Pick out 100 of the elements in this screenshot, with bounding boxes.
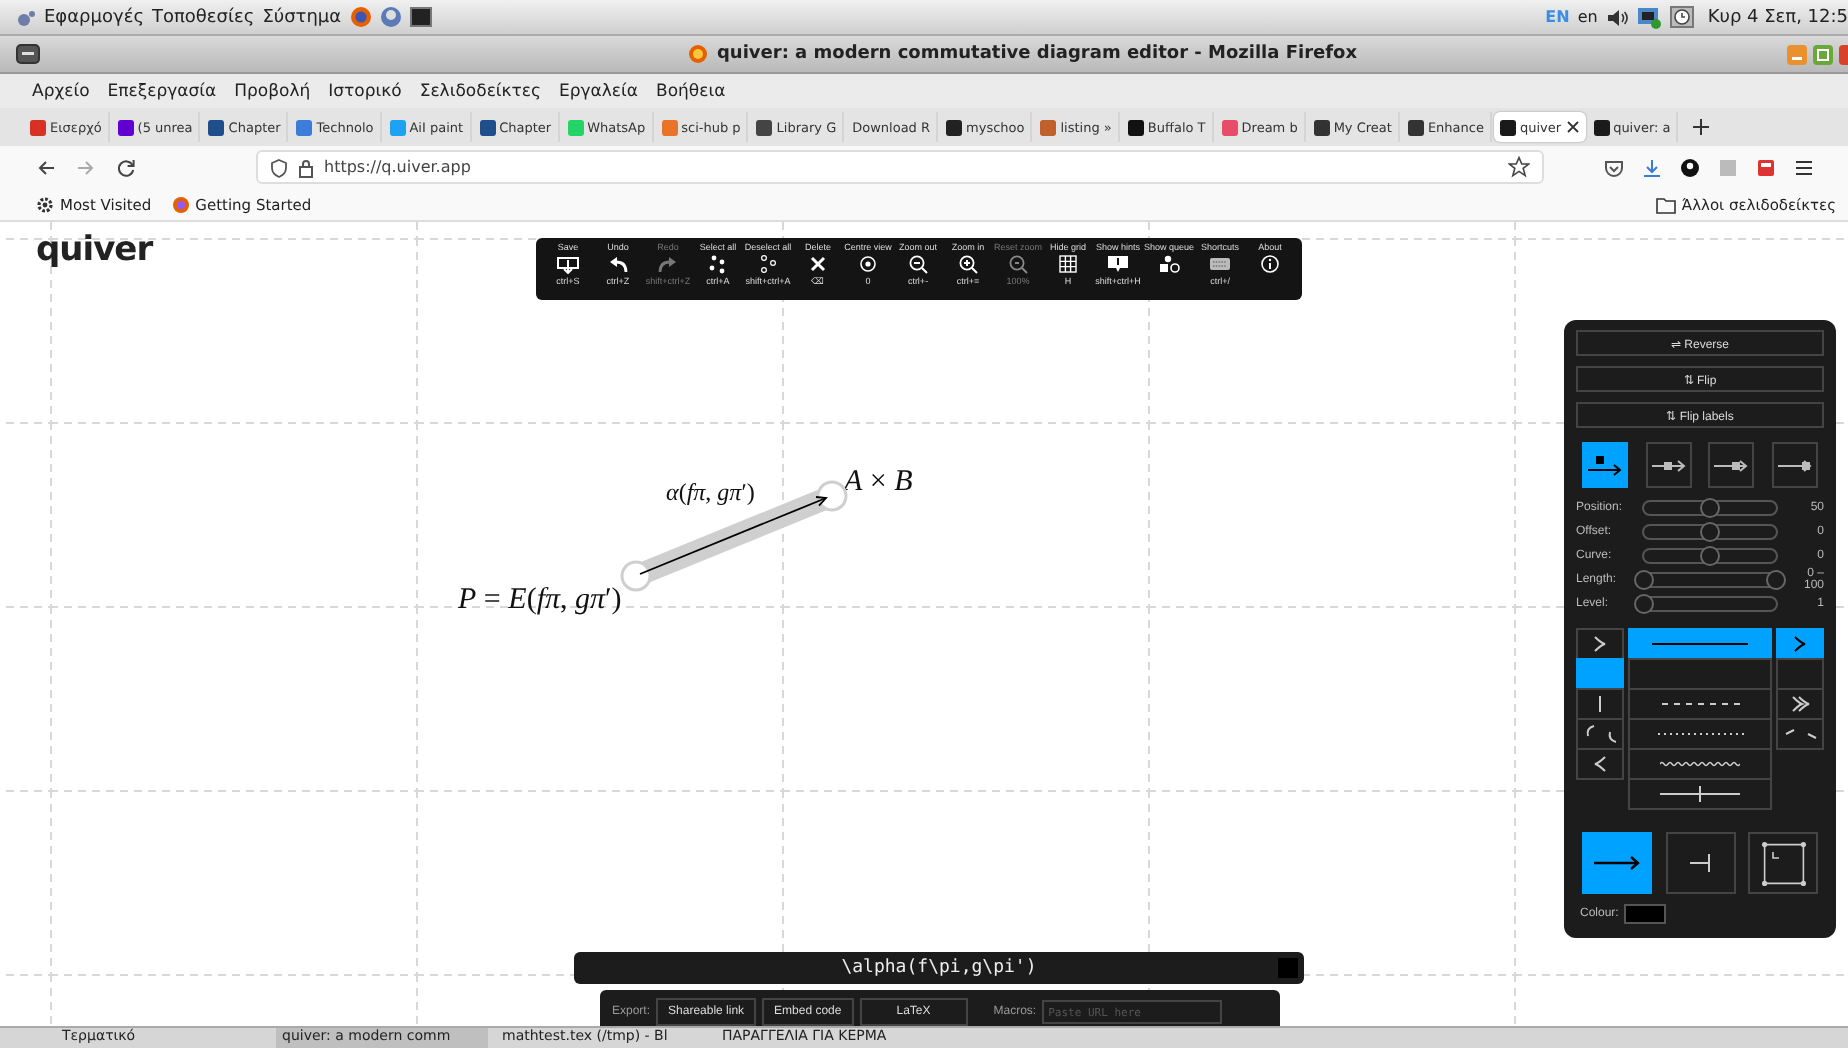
download-icon[interactable] — [1642, 157, 1662, 177]
style-option[interactable] — [1628, 748, 1772, 780]
label-position-button[interactable] — [1708, 442, 1755, 488]
account-icon[interactable] — [1680, 157, 1700, 177]
firefox-icon — [171, 195, 190, 213]
colour-swatch[interactable] — [1278, 958, 1298, 978]
menu-item[interactable]: Επεξεργασία — [107, 81, 217, 101]
slider-thumb[interactable] — [1634, 569, 1654, 589]
menu-icon[interactable] — [1794, 157, 1814, 177]
diagram-object[interactable]: P = E(fπ, gπ′) — [458, 584, 622, 618]
pdf-icon[interactable] — [1756, 157, 1776, 177]
clock[interactable]: Κυρ 4 Σεπ, 12:5 — [1707, 7, 1848, 27]
squiggly-line-icon — [1660, 760, 1740, 768]
arrow-label-icon — [1651, 459, 1686, 471]
style-option[interactable] — [1576, 688, 1624, 720]
diagram-object[interactable]: A × B — [844, 466, 913, 500]
panel-menu[interactable]: Σύστημα — [262, 7, 342, 27]
star-icon[interactable] — [1508, 156, 1530, 178]
menu-item[interactable]: Ιστορικό — [328, 81, 402, 101]
dotted-line-icon — [1657, 732, 1743, 736]
arrow-label[interactable]: α(fπ, gπ′) — [666, 478, 755, 508]
menu-item[interactable]: Σελιδοδείκτες — [419, 81, 541, 101]
firefox-icon — [688, 44, 709, 64]
firefox-icon[interactable] — [349, 6, 372, 28]
line-icon — [1652, 642, 1748, 646]
label-position-button[interactable] — [1645, 442, 1692, 488]
style-option[interactable] — [1776, 628, 1824, 660]
barred-line-icon — [1660, 786, 1740, 802]
arrow-label-icon — [1588, 455, 1622, 475]
grid-icon — [1056, 254, 1081, 274]
style-option[interactable] — [1628, 778, 1772, 810]
zoom-out-icon — [906, 254, 930, 274]
arrow-icon — [1594, 856, 1640, 870]
slider[interactable] — [1642, 499, 1778, 515]
logo: quiver — [36, 230, 153, 270]
menu-item[interactable]: Βοήθεια — [656, 81, 726, 101]
label-position-button[interactable] — [1582, 442, 1628, 488]
style-option[interactable] — [1576, 718, 1624, 750]
slider-thumb[interactable] — [1700, 497, 1720, 517]
maximize-icon[interactable] — [1812, 43, 1834, 65]
arrow-label-icon — [1777, 459, 1812, 471]
style-option[interactable] — [1576, 748, 1624, 780]
folder-icon — [1655, 195, 1676, 213]
new-tab-icon[interactable] — [1692, 118, 1711, 136]
speaker-icon[interactable] — [1605, 7, 1628, 27]
panel-menu[interactable]: Τοποθεσίες — [151, 7, 255, 27]
language-indicator[interactable]: en — [1577, 8, 1598, 26]
terminal-icon[interactable] — [409, 6, 432, 28]
cross-icon — [806, 254, 830, 274]
target-icon — [856, 254, 880, 274]
circles-icon — [756, 254, 780, 274]
gear-icon — [36, 195, 54, 213]
slider-thumb[interactable] — [1700, 545, 1720, 565]
shapes-icon — [1157, 254, 1182, 274]
window-menu-icon[interactable] — [16, 44, 40, 64]
menu-item[interactable]: Εργαλεία — [559, 81, 639, 101]
slider-thumb[interactable] — [1766, 569, 1786, 589]
keyboard-icon — [1208, 254, 1233, 274]
shield-icon — [270, 157, 288, 177]
edge-type-button[interactable] — [1748, 832, 1818, 894]
slider[interactable] — [1642, 547, 1778, 563]
arrowhead-icon — [1594, 756, 1606, 772]
slider-thumb[interactable] — [1700, 521, 1720, 541]
slider[interactable] — [1642, 523, 1778, 539]
zoom-in-icon — [956, 254, 980, 274]
magnifier-icon — [1006, 254, 1030, 274]
style-option[interactable] — [1776, 688, 1824, 720]
pocket-icon[interactable] — [1604, 157, 1624, 177]
edge-type-button[interactable] — [1582, 832, 1652, 894]
menu-item[interactable]: Προβολή — [234, 81, 311, 101]
panel-menu[interactable]: Εφαρμογές — [44, 7, 144, 27]
window-title: quiver: a modern commutative diagram editor - Mozilla Firefox — [716, 44, 1358, 64]
save-icon — [556, 254, 580, 274]
address-bar[interactable]: https://q.uiver.app — [256, 150, 1544, 184]
adjunction-icon — [1690, 854, 1710, 872]
arrow-label-icon — [1714, 459, 1749, 471]
lock-icon — [298, 157, 314, 177]
menu-item[interactable]: Αρχείο — [32, 81, 90, 101]
label-input[interactable]: \alpha(f\pi,g\pi') — [574, 952, 1304, 984]
label-position-button[interactable] — [1771, 442, 1818, 488]
dashed-line-icon — [1661, 702, 1739, 706]
redo-icon — [656, 254, 680, 274]
style-option[interactable] — [1776, 718, 1824, 750]
arrowhead-icon — [1794, 636, 1806, 652]
reload-icon[interactable] — [116, 157, 136, 177]
arrowhead-icon — [1594, 636, 1606, 652]
speech-bubble-icon — [1106, 254, 1131, 274]
dots-icon — [706, 254, 730, 274]
undo-icon — [606, 254, 630, 274]
globe-icon[interactable] — [379, 6, 402, 28]
back-icon[interactable] — [36, 157, 56, 177]
clock-icon[interactable] — [1669, 6, 1694, 28]
slider-thumb[interactable] — [1634, 593, 1654, 613]
close-icon[interactable] — [1565, 120, 1580, 134]
square-diagram-icon — [1761, 841, 1805, 885]
double-arrowhead-icon — [1791, 696, 1809, 712]
style-option[interactable] — [1628, 628, 1772, 660]
network-icon[interactable] — [1635, 5, 1662, 29]
colour-swatch[interactable] — [1624, 904, 1667, 924]
info-icon — [1258, 254, 1283, 274]
